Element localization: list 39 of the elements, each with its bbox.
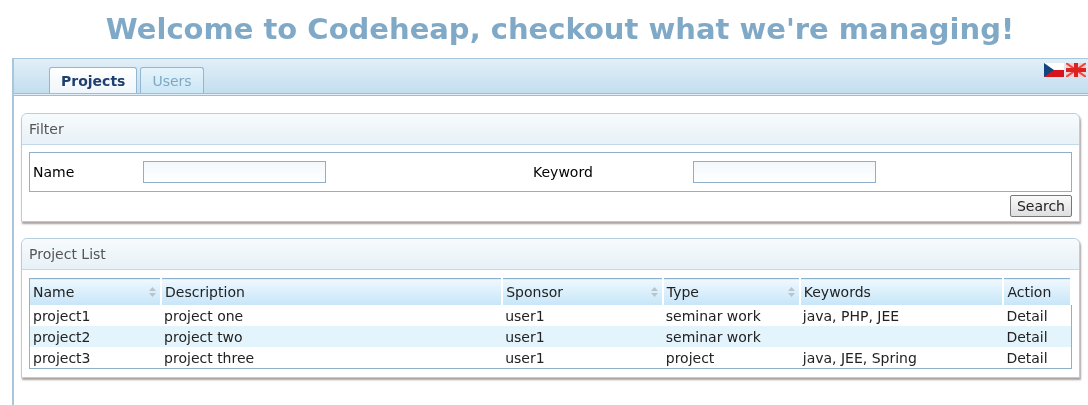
sort-icon[interactable] [786, 286, 796, 298]
column-header[interactable]: Type [662, 278, 800, 305]
panel-title: Filter [22, 114, 1079, 145]
table-cell: seminar work [662, 326, 800, 347]
table-cell[interactable]: Detail [1003, 326, 1071, 347]
input-field[interactable] [693, 161, 876, 183]
page-heading: Welcome to Codeheap, checkout what we're managing! [104, 11, 1016, 48]
table-cell: user1 [502, 305, 663, 326]
table-cell: project2 [29, 326, 162, 347]
sort-icon[interactable] [148, 286, 158, 298]
tab[interactable]: Projects [49, 67, 138, 93]
flag-icon[interactable] [1044, 63, 1064, 77]
table-cell: project three [161, 347, 503, 369]
column-header: Keywords [799, 278, 1004, 305]
search-button[interactable]: Search [1009, 195, 1072, 217]
field-label: Keyword [533, 164, 594, 180]
column-header: Action [1003, 278, 1071, 305]
panel-title: Project List [22, 239, 1079, 270]
column-label: Type [666, 284, 699, 300]
table-cell: seminar work [662, 305, 800, 326]
table-cell: project3 [29, 347, 162, 369]
column-header: Description [161, 278, 503, 305]
column-header[interactable]: Sponsor [502, 278, 663, 305]
column-header[interactable]: Name [29, 278, 162, 305]
table-cell: project [662, 347, 800, 369]
table-cell: project one [161, 305, 503, 326]
table-cell: user1 [502, 326, 663, 347]
table-cell: user1 [502, 347, 663, 369]
table-cell[interactable]: Detail [1003, 347, 1071, 369]
sort-icon[interactable] [649, 286, 659, 298]
table-cell: project1 [29, 305, 162, 326]
table-cell: java, PHP, JEE [799, 305, 1004, 326]
table-cell: java, JEE, Spring [799, 347, 1004, 369]
table-cell[interactable]: Detail [1003, 305, 1071, 326]
table-cell: project two [161, 326, 503, 347]
column-label: Name [33, 284, 75, 300]
input-field[interactable] [143, 161, 326, 183]
field-label: Name [33, 164, 76, 180]
column-label: Sponsor [506, 284, 564, 300]
